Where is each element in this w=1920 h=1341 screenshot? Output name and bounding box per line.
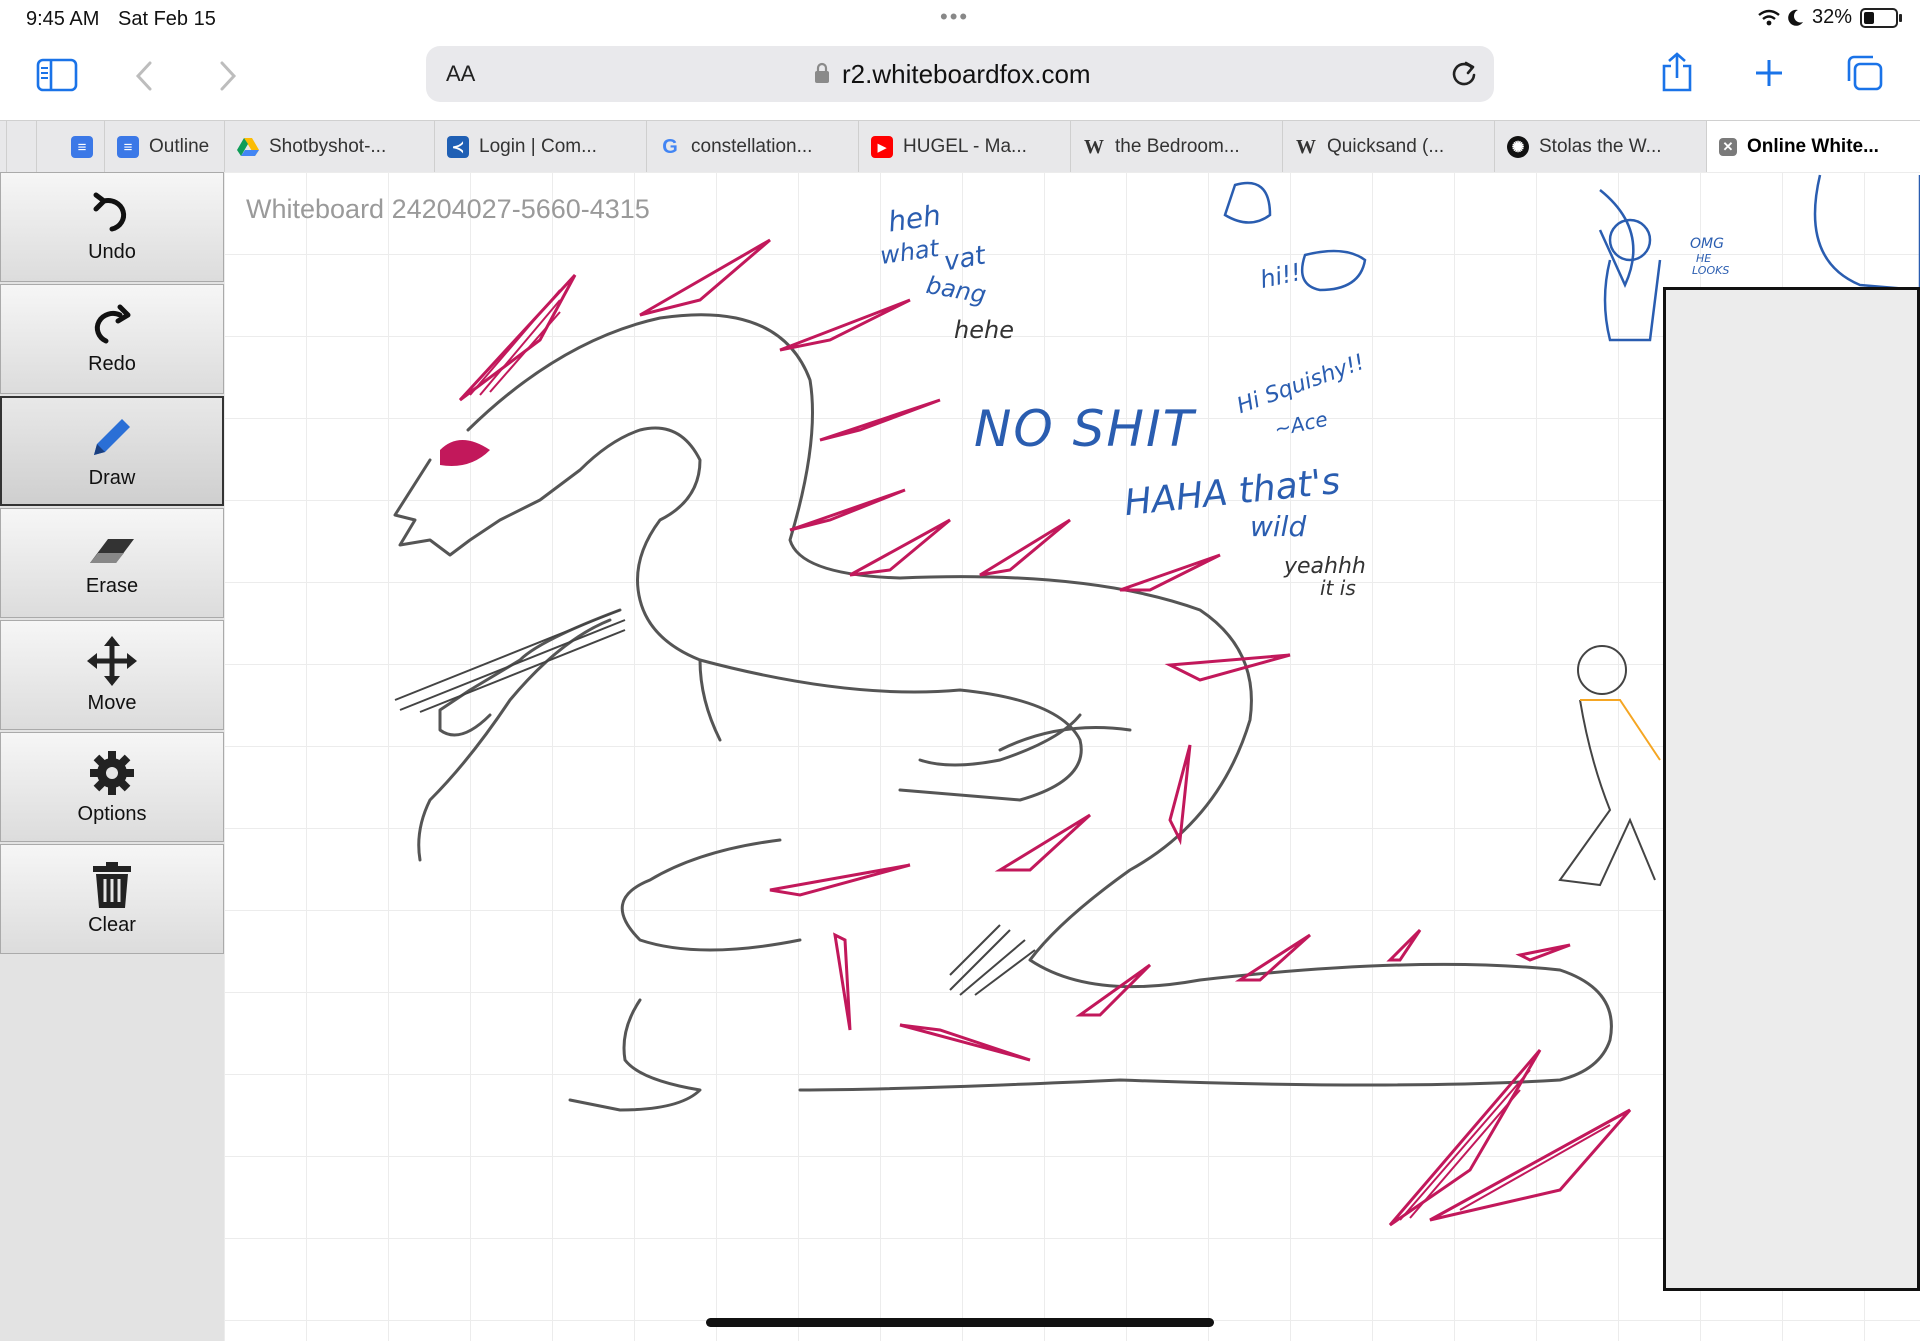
undo-label: Undo (88, 240, 136, 263)
battery-percent: 32% (1811, 6, 1852, 28)
tab-label: Outline (149, 136, 210, 157)
tab-label: HUGEL - Ma... (903, 136, 1027, 157)
note-haha: HAHA that's (1122, 460, 1343, 525)
tab-pinned-docs[interactable]: ≡ (36, 121, 104, 173)
google-icon: G (662, 135, 678, 158)
tab-label: Online White... (1747, 136, 1879, 157)
wikipedia-icon: W (1296, 135, 1316, 158)
tab-bedroom[interactable]: W the Bedroom... (1070, 121, 1282, 173)
move-button[interactable]: Move (0, 620, 224, 730)
address-bar[interactable]: AA r2.whiteboardfox.com (426, 46, 1494, 102)
close-tab-icon[interactable]: ✕ (1719, 138, 1737, 156)
options-label: Options (77, 802, 147, 825)
move-label: Move (87, 691, 137, 714)
note-what: what (878, 234, 941, 270)
text-size-button[interactable]: AA (446, 61, 475, 87)
move-icon (87, 635, 137, 686)
note-ace: ~Ace (1272, 406, 1330, 442)
tab-stolas[interactable]: ✺ Stolas the W... (1494, 121, 1706, 173)
note-vat: vat (941, 240, 988, 278)
forward-icon[interactable] (218, 60, 238, 92)
note-hehe: hehe (954, 316, 1014, 344)
home-indicator[interactable] (706, 1318, 1214, 1327)
moon-icon (1788, 9, 1803, 26)
note-wild: wild (1250, 510, 1307, 543)
status-bar: 9:45 AM Sat Feb 15 ••• 32% (0, 0, 1920, 40)
draw-button[interactable]: Draw (0, 396, 224, 506)
back-icon[interactable] (134, 60, 154, 92)
status-indicators: 32% (1758, 6, 1902, 29)
tab-shotbyshot[interactable]: Shotbyshot-... (224, 121, 434, 173)
note-omg: OMG (1690, 236, 1724, 252)
docs-icon: ≡ (117, 136, 139, 158)
tab-label: Shotbyshot-... (269, 136, 387, 157)
side-panel-box (1663, 287, 1920, 1291)
note-bang: bang (924, 270, 989, 310)
tab-label: the Bedroom... (1115, 136, 1240, 157)
redo-icon (94, 304, 131, 343)
note-it-is: it is (1320, 576, 1356, 600)
erase-button[interactable]: Erase (0, 508, 224, 618)
note-hi-squishy: Hi Squishy!! (1233, 349, 1368, 420)
battery-icon (1860, 7, 1902, 28)
redo-label: Redo (88, 352, 136, 375)
note-heh: heh (885, 198, 943, 239)
tab-login[interactable]: ≺ Login | Com... (434, 121, 646, 173)
erase-label: Erase (85, 574, 139, 597)
pencil-icon (94, 418, 130, 455)
status-date: Sat Feb 15 (118, 8, 216, 30)
tab-bar: ≡ ≡ Outline Shotbyshot-... ≺ Login | Com… (0, 120, 1920, 174)
tool-panel: Undo Redo Draw Erase Move Options Clear (0, 172, 224, 1341)
redo-button[interactable]: Redo (0, 284, 224, 394)
wifi-icon (1758, 9, 1780, 25)
undo-icon (93, 192, 127, 231)
gear-icon (90, 750, 134, 795)
tab-label: Quicksand (... (1327, 136, 1445, 157)
url-text[interactable]: r2.whiteboardfox.com (842, 59, 1091, 90)
sidebar-icon[interactable] (36, 58, 78, 92)
status-time: 9:45 AM (26, 8, 100, 30)
openai-icon: ✺ (1507, 136, 1529, 158)
docs-icon: ≡ (71, 136, 93, 158)
tab-outline[interactable]: ≡ Outline (104, 121, 224, 173)
whiteboard-canvas[interactable]: Whiteboard 24204027-5660-4315 heh what v… (224, 172, 1920, 1341)
tab-online-whiteboard[interactable]: ✕ Online White... (1706, 121, 1920, 173)
draw-label: Draw (88, 466, 136, 489)
note-hi: hi!! (1257, 258, 1304, 294)
note-no-shit: NO SHIT (974, 400, 1196, 458)
drive-icon (237, 136, 259, 158)
new-tab-icon[interactable] (1754, 58, 1784, 88)
login-icon: ≺ (447, 136, 469, 158)
tab-label: Stolas the W... (1539, 136, 1662, 157)
tab-quicksand[interactable]: W Quicksand (... (1282, 121, 1494, 173)
tab-hugel[interactable]: ▶ HUGEL - Ma... (858, 121, 1070, 173)
tab-overflow-edge[interactable] (6, 121, 36, 173)
tabs-overview-icon[interactable] (1845, 55, 1883, 91)
youtube-icon: ▶ (871, 136, 893, 158)
tab-constellation[interactable]: G constellation... (646, 121, 858, 173)
multitask-dots-icon[interactable]: ••• (940, 4, 969, 30)
clear-button[interactable]: Clear (0, 844, 224, 954)
trash-icon (93, 861, 131, 908)
note-looks: LOOKS (1692, 264, 1730, 277)
reload-icon[interactable] (1450, 59, 1478, 94)
share-icon[interactable] (1660, 52, 1694, 92)
tab-label: Login | Com... (479, 136, 597, 157)
clear-label: Clear (88, 913, 136, 936)
tab-label: constellation... (691, 136, 813, 157)
eraser-icon (90, 538, 134, 563)
undo-button[interactable]: Undo (0, 172, 224, 282)
lock-icon (814, 62, 830, 89)
wikipedia-icon: W (1084, 135, 1104, 158)
options-button[interactable]: Options (0, 732, 224, 842)
